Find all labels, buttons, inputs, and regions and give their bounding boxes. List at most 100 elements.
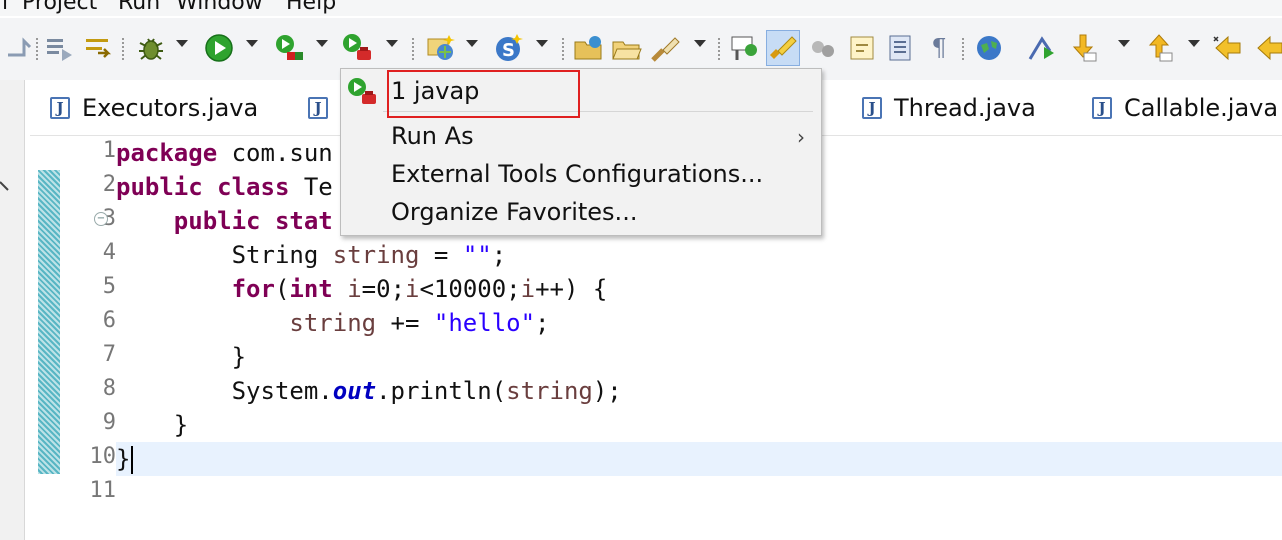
code-token: += [376,309,434,337]
tab-label: Callable.java [1124,94,1279,122]
debug-dropdown-icon[interactable] [176,40,188,47]
run-last-tool-icon[interactable] [1024,30,1058,66]
static-field: out [332,377,377,405]
toggle-block-selection-icon[interactable] [806,30,840,66]
string-literal: "" [462,241,492,269]
code-token: ++) { [535,275,608,303]
run-icon[interactable] [202,30,236,66]
collapse-arrow-icon[interactable] [0,178,18,198]
menu-run[interactable]: Run [118,0,160,15]
keyword: int [289,275,333,303]
code-token: } [231,343,247,371]
new-project-dropdown-icon[interactable] [466,40,478,47]
code-line-4: String string = ""; [116,238,507,272]
toolbar-separator [412,38,414,62]
code-token: ; [491,241,507,269]
menu-item-cut[interactable]: l [2,0,8,15]
menu-bar: l Project Run Window Help [0,0,1282,16]
tab-thread-java[interactable]: J Thread.java [862,92,1036,124]
toggle-breadcrumb-icon[interactable] [728,30,762,66]
previous-annotation-dropdown-icon[interactable] [1188,40,1200,47]
menu-item-external-tools-configurations[interactable]: External Tools Configurations... [391,160,763,188]
java-file-icon: J [50,97,70,119]
toolbar-separator [962,38,964,62]
fold-collapse-icon[interactable]: − [94,212,108,226]
code-token: = [419,241,463,269]
code-line-6: string += "hello"; [116,306,550,340]
external-tools-icon[interactable] [340,30,374,66]
tab-executors-java[interactable]: J Executors.java [50,92,258,124]
code-token: ; [535,309,550,337]
previous-annotation-up-icon[interactable] [1142,30,1176,66]
highlight-box [387,70,580,118]
open-type-icon[interactable] [572,30,606,66]
code-token: <10000; [419,275,521,303]
web-browser-icon[interactable] [972,30,1006,66]
code-token: } [116,445,131,473]
left-view-panel [0,80,25,540]
menu-help[interactable]: Help [286,0,336,15]
toolbar-separator [562,38,564,62]
external-tools-dropdown-icon[interactable] [386,40,398,47]
toolbar-separator [36,38,38,62]
next-annotation-dropdown-icon[interactable] [1118,40,1130,47]
string-literal: "hello" [433,309,536,337]
coverage-icon[interactable] [272,30,306,66]
line-number-gutter: 1 2 3 4 5 6 7 8 9 10 11 [60,136,117,540]
debug-icon[interactable] [134,30,168,66]
open-resource-icon[interactable] [610,30,644,66]
code-line-2: public class Te [116,170,333,204]
code-line-1: package com.sun [116,136,333,170]
code-token: com.sun [217,139,333,167]
line-number: 11 [89,478,117,503]
next-edit-icon[interactable] [42,30,76,66]
run-dropdown-icon[interactable] [246,40,258,47]
code-token: } [173,411,189,439]
code-token: ); [592,377,622,405]
code-token: String [231,241,333,269]
code-token: .println( [376,377,507,405]
show-whitespace-icon[interactable] [884,30,918,66]
code-line-3: public stat [116,204,333,238]
java-file-icon: J [862,97,882,119]
paragraph-icon[interactable]: ¶ [922,30,956,66]
coverage-dropdown-icon[interactable] [316,40,328,47]
line-number: 7 [102,342,116,367]
variable: i [405,275,420,303]
tab-callable-java[interactable]: J Callable.java [1092,92,1278,124]
toggle-mark-occurrences-icon[interactable] [80,30,114,66]
svg-text:S: S [502,40,515,61]
next-annotation-down-icon[interactable] [1066,30,1100,66]
code-token: ( [274,275,290,303]
keyword: public [116,173,203,201]
keyword: public [173,207,261,235]
tab-hidden-java[interactable]: J [308,92,340,124]
menu-project[interactable]: Project [22,0,97,15]
code-line-9: } [116,408,188,442]
java-file-icon: J [308,97,328,119]
new-java-project-icon[interactable] [424,30,458,66]
code-line-10: } [116,442,134,476]
code-token: Te [289,173,333,201]
code-line-7: } [116,340,246,374]
variable: string [506,377,593,405]
redo-icon[interactable] [2,30,36,66]
new-class-icon[interactable]: S [492,30,526,66]
toggle-highlight-icon[interactable] [766,30,800,66]
search-dropdown-icon[interactable] [694,40,706,47]
java-file-icon: J [1092,97,1112,119]
code-token: =0; [361,275,406,303]
line-number: 9 [102,410,116,435]
menu-item-run-as[interactable]: Run As [391,122,474,150]
next-annotation-icon[interactable] [846,30,880,66]
back-icon[interactable] [1250,30,1282,66]
new-class-dropdown-icon[interactable] [536,40,548,47]
external-tools-launch-icon [348,78,376,104]
last-edit-location-icon[interactable] [1210,30,1244,66]
menu-window[interactable]: Window [176,0,263,15]
search-icon[interactable] [648,30,682,66]
line-number: 6 [102,308,116,333]
menu-item-organize-favorites[interactable]: Organize Favorites... [391,198,637,226]
variable: string [332,241,420,269]
